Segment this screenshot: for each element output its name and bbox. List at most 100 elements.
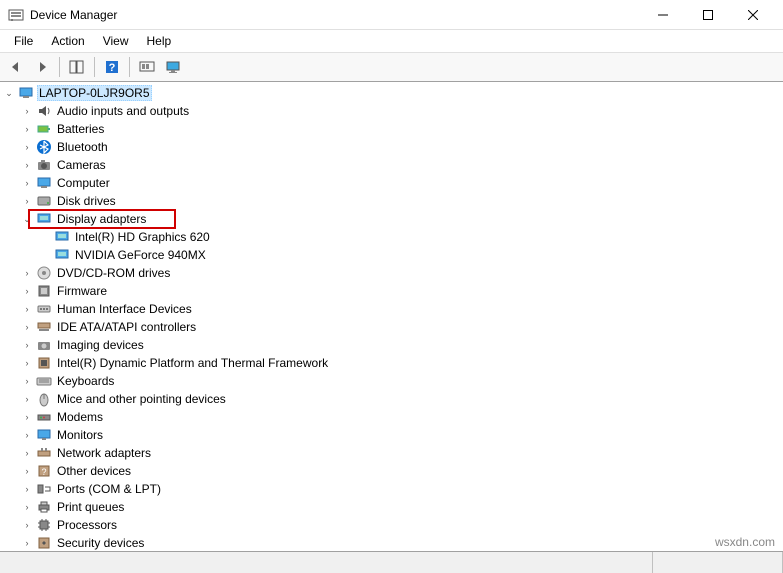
display-adapter-icon bbox=[54, 229, 70, 245]
tree-item-imaging[interactable]: › Imaging devices bbox=[0, 336, 783, 354]
expand-icon[interactable]: › bbox=[20, 446, 34, 460]
tree-item-mice[interactable]: › Mice and other pointing devices bbox=[0, 390, 783, 408]
tree-content[interactable]: ⌄ LAPTOP-0LJR9OR5 › Audio inputs and out… bbox=[0, 82, 783, 551]
expand-icon[interactable]: › bbox=[20, 356, 34, 370]
expand-icon[interactable]: › bbox=[20, 428, 34, 442]
expand-icon[interactable]: › bbox=[20, 176, 34, 190]
tree-item-label: Ports (COM & LPT) bbox=[55, 482, 163, 496]
dvd-icon bbox=[36, 265, 52, 281]
processor-icon bbox=[36, 517, 52, 533]
menu-view[interactable]: View bbox=[95, 32, 137, 50]
show-hide-console-button[interactable] bbox=[65, 55, 89, 79]
menubar: File Action View Help bbox=[0, 30, 783, 52]
tree-item-monitors[interactable]: › Monitors bbox=[0, 426, 783, 444]
expand-icon[interactable]: › bbox=[20, 482, 34, 496]
modem-icon bbox=[36, 409, 52, 425]
display-adapter-icon bbox=[36, 211, 52, 227]
minimize-button[interactable] bbox=[640, 1, 685, 29]
tree-item-label: Batteries bbox=[55, 122, 106, 136]
tree-item-display-intel[interactable]: Intel(R) HD Graphics 620 bbox=[0, 228, 783, 246]
expand-icon[interactable]: › bbox=[20, 374, 34, 388]
tree-item-label: Mice and other pointing devices bbox=[55, 392, 228, 406]
svg-text:?: ? bbox=[109, 62, 116, 74]
tree-item-label: Human Interface Devices bbox=[55, 302, 194, 316]
expand-icon[interactable]: › bbox=[20, 392, 34, 406]
tree-item-computer[interactable]: › Computer bbox=[0, 174, 783, 192]
back-button[interactable] bbox=[4, 55, 28, 79]
thermal-icon bbox=[36, 355, 52, 371]
expand-icon[interactable]: › bbox=[20, 464, 34, 478]
menu-file[interactable]: File bbox=[6, 32, 41, 50]
tree-item-keyboards[interactable]: › Keyboards bbox=[0, 372, 783, 390]
expand-icon[interactable]: › bbox=[20, 104, 34, 118]
tree-item-disk[interactable]: › Disk drives bbox=[0, 192, 783, 210]
tree-item-label: Monitors bbox=[55, 428, 105, 442]
tree-item-processors[interactable]: › Processors bbox=[0, 516, 783, 534]
toolbar: ? bbox=[0, 52, 783, 82]
toolbar-separator bbox=[129, 57, 130, 77]
tree-item-network[interactable]: › Network adapters bbox=[0, 444, 783, 462]
tree-item-label: Imaging devices bbox=[55, 338, 146, 352]
tree-item-label: Intel(R) HD Graphics 620 bbox=[73, 230, 212, 244]
tree-item-bluetooth[interactable]: › Bluetooth bbox=[0, 138, 783, 156]
help-button[interactable]: ? bbox=[100, 55, 124, 79]
tree-item-ports[interactable]: › Ports (COM & LPT) bbox=[0, 480, 783, 498]
tree-item-label: Audio inputs and outputs bbox=[55, 104, 191, 118]
status-pane bbox=[653, 552, 783, 573]
tree-item-thermal[interactable]: › Intel(R) Dynamic Platform and Thermal … bbox=[0, 354, 783, 372]
audio-icon bbox=[36, 103, 52, 119]
other-icon: ? bbox=[36, 463, 52, 479]
tree-root[interactable]: ⌄ LAPTOP-0LJR9OR5 bbox=[0, 84, 783, 102]
maximize-button[interactable] bbox=[685, 1, 730, 29]
window-title: Device Manager bbox=[30, 8, 640, 22]
tree-item-other[interactable]: › ? Other devices bbox=[0, 462, 783, 480]
tree-item-label: Disk drives bbox=[55, 194, 118, 208]
tree-item-security[interactable]: › Security devices bbox=[0, 534, 783, 551]
tree-item-printq[interactable]: › Print queues bbox=[0, 498, 783, 516]
expand-icon[interactable]: › bbox=[20, 158, 34, 172]
forward-button[interactable] bbox=[30, 55, 54, 79]
tree-item-hid[interactable]: › Human Interface Devices bbox=[0, 300, 783, 318]
tree-item-modems[interactable]: › Modems bbox=[0, 408, 783, 426]
tree-item-label: Other devices bbox=[55, 464, 133, 478]
status-pane bbox=[0, 552, 653, 573]
scan-hardware-button[interactable] bbox=[135, 55, 159, 79]
tree-item-display-nvidia[interactable]: NVIDIA GeForce 940MX bbox=[0, 246, 783, 264]
monitor-icon bbox=[36, 427, 52, 443]
expand-icon[interactable]: › bbox=[20, 122, 34, 136]
disk-icon bbox=[36, 193, 52, 209]
menu-action[interactable]: Action bbox=[43, 32, 92, 50]
expand-icon[interactable]: › bbox=[20, 302, 34, 316]
tree-item-display[interactable]: ⌄ Display adapters bbox=[0, 210, 783, 228]
tree-item-label: Computer bbox=[55, 176, 112, 190]
tree-item-firmware[interactable]: › Firmware bbox=[0, 282, 783, 300]
expand-icon[interactable]: › bbox=[20, 194, 34, 208]
collapse-icon[interactable]: ⌄ bbox=[2, 86, 16, 100]
expand-icon[interactable]: › bbox=[20, 518, 34, 532]
expand-icon[interactable]: › bbox=[20, 410, 34, 424]
expand-icon[interactable]: › bbox=[20, 500, 34, 514]
tree-item-label: Bluetooth bbox=[55, 140, 110, 154]
network-icon bbox=[36, 445, 52, 461]
collapse-icon[interactable]: ⌄ bbox=[20, 212, 34, 226]
expand-icon[interactable]: › bbox=[20, 338, 34, 352]
tree-item-ide[interactable]: › IDE ATA/ATAPI controllers bbox=[0, 318, 783, 336]
tree-item-label: Security devices bbox=[55, 536, 146, 550]
menu-help[interactable]: Help bbox=[139, 32, 180, 50]
security-icon bbox=[36, 535, 52, 551]
ide-icon bbox=[36, 319, 52, 335]
monitor-button[interactable] bbox=[161, 55, 185, 79]
tree-item-cameras[interactable]: › Cameras bbox=[0, 156, 783, 174]
expand-icon[interactable]: › bbox=[20, 320, 34, 334]
tree-item-batteries[interactable]: › Batteries bbox=[0, 120, 783, 138]
close-button[interactable] bbox=[730, 1, 775, 29]
expand-icon[interactable]: › bbox=[20, 140, 34, 154]
expand-icon[interactable]: › bbox=[20, 266, 34, 280]
keyboard-icon bbox=[36, 373, 52, 389]
expand-icon[interactable]: › bbox=[20, 284, 34, 298]
tree-item-audio[interactable]: › Audio inputs and outputs bbox=[0, 102, 783, 120]
expand-icon[interactable]: › bbox=[20, 536, 34, 550]
tree-item-dvd[interactable]: › DVD/CD-ROM drives bbox=[0, 264, 783, 282]
toolbar-separator bbox=[59, 57, 60, 77]
camera-icon bbox=[36, 157, 52, 173]
